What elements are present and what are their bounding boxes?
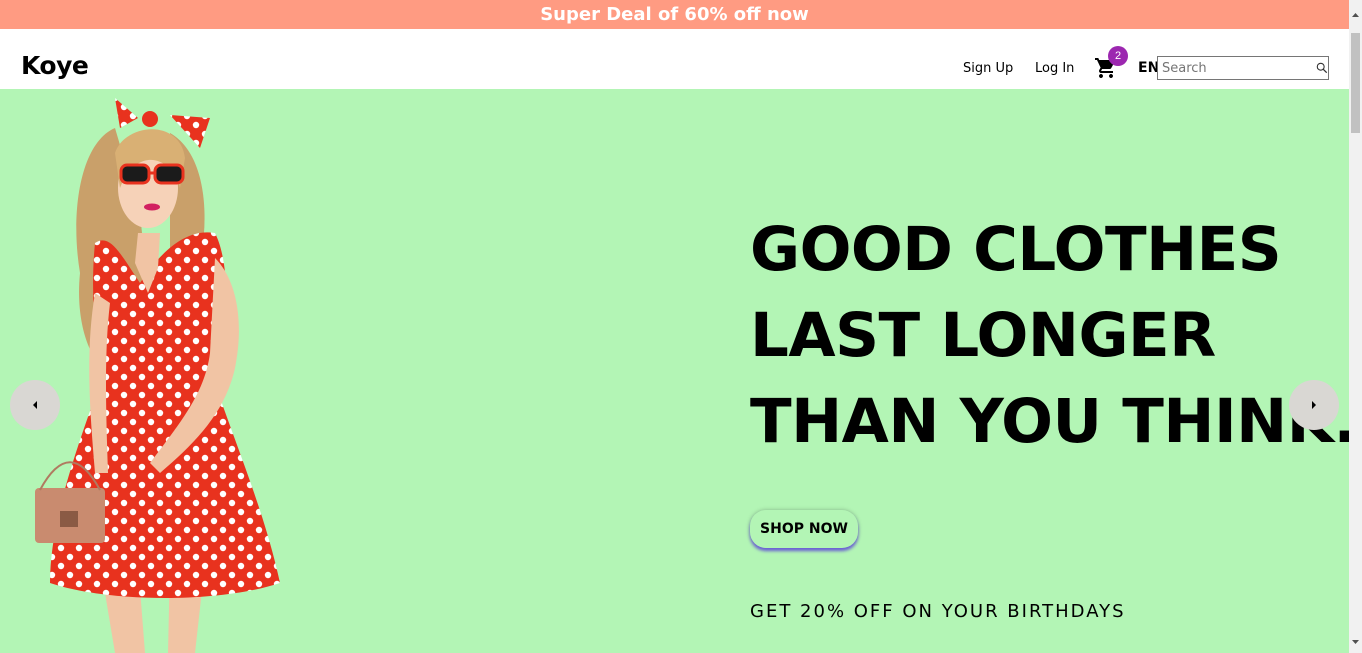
- headline-line-1: GOOD CLOTHES: [750, 214, 1282, 285]
- search-box: [1157, 56, 1329, 80]
- headline-line-2: LAST LONGER: [750, 300, 1216, 371]
- scrollbar-thumb[interactable]: [1351, 33, 1360, 133]
- logo[interactable]: Koye: [21, 51, 89, 80]
- announcement-text: Super Deal of 60% off now: [540, 4, 809, 25]
- scroll-up-icon[interactable]: [1351, 10, 1360, 20]
- hero-banner: GOOD CLOTHES LAST LONGER THAN YOU THINK.…: [0, 89, 1349, 653]
- model-image: [35, 98, 280, 653]
- carousel-prev-button[interactable]: [10, 380, 60, 430]
- scroll-down-icon[interactable]: [1351, 637, 1360, 647]
- chevron-left-icon: [33, 401, 37, 409]
- promo-text: GET 20% OFF ON YOUR BIRTHDAYS: [750, 601, 1126, 622]
- login-link[interactable]: Log In: [1035, 61, 1074, 76]
- search-icon[interactable]: [1316, 61, 1328, 75]
- carousel-next-button[interactable]: [1289, 380, 1339, 430]
- search-input[interactable]: [1158, 59, 1316, 77]
- shop-now-button[interactable]: SHOP NOW: [750, 510, 858, 548]
- chevron-right-icon: [1312, 401, 1316, 409]
- announcement-bar: Super Deal of 60% off now: [0, 0, 1349, 29]
- navbar: Koye Sign Up Log In 2 EN: [0, 29, 1349, 89]
- hero-headline: GOOD CLOTHES LAST LONGER THAN YOU THINK.: [750, 207, 1349, 465]
- cart-count-badge: 2: [1108, 46, 1128, 66]
- signup-link[interactable]: Sign Up: [963, 61, 1013, 76]
- headline-line-3: THAN YOU THINK.: [750, 386, 1349, 457]
- vertical-scrollbar[interactable]: [1349, 0, 1362, 653]
